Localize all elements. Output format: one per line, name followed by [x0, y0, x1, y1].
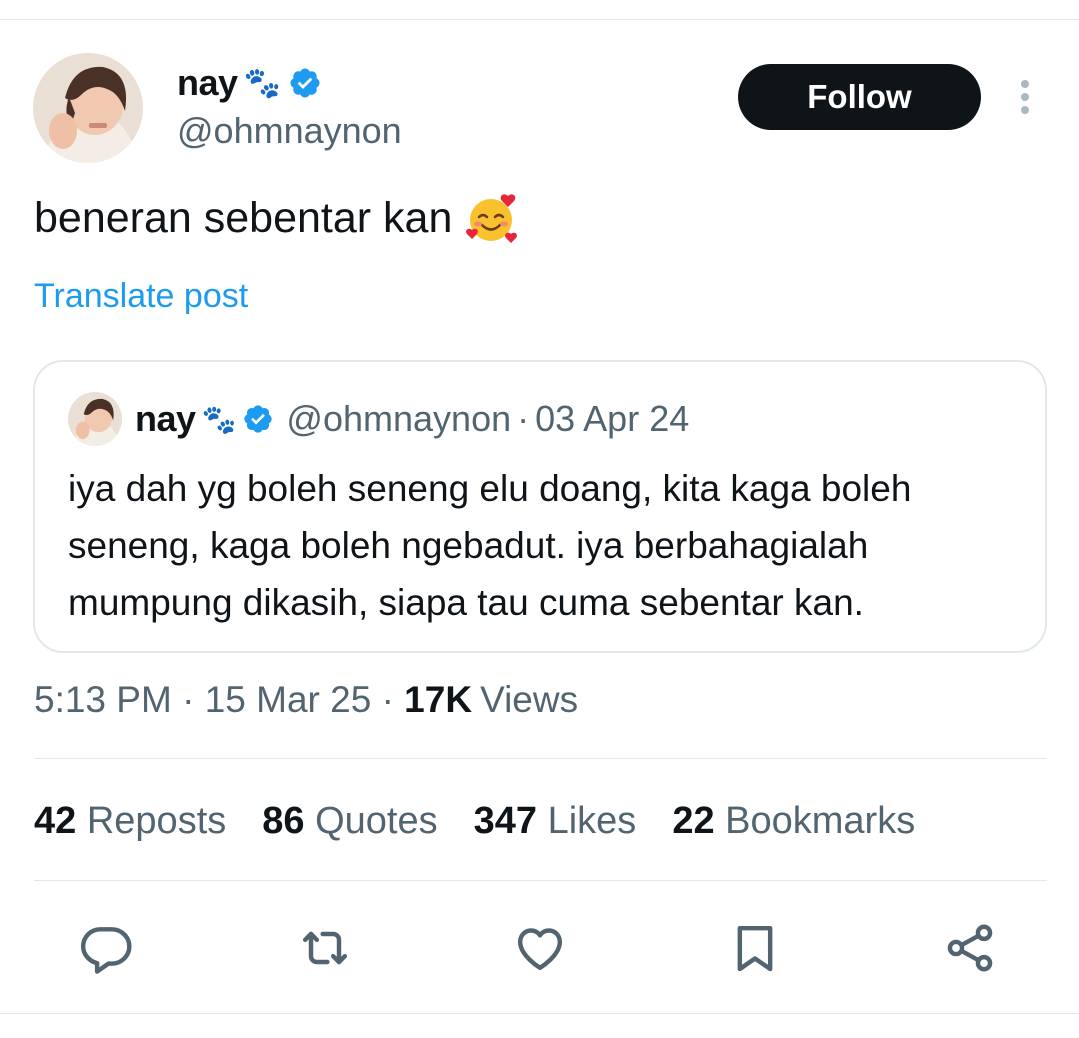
post-text: beneran sebentar kan: [34, 190, 520, 246]
stat-reposts[interactable]: 42 Reposts: [34, 800, 226, 843]
post-meta: 5:13 PM · 15 Mar 25 · 17K Views: [34, 679, 578, 721]
reposts-label: Reposts: [86, 800, 227, 842]
reposts-count: 42: [34, 800, 77, 842]
quote-text: iya dah yg boleh seneng elu doang, kita …: [68, 468, 912, 623]
bookmarks-count: 22: [672, 800, 715, 842]
meta-divider: [34, 758, 1047, 759]
likes-label: Likes: [547, 800, 637, 842]
engagement-stats: 42 Reposts 86 Quotes 347 Likes 22 Bookma…: [34, 800, 915, 843]
author-display-name[interactable]: nay 🐾: [177, 62, 322, 104]
share-icon[interactable]: [940, 918, 1000, 978]
quote-verified-badge-icon: [242, 403, 274, 435]
paw-emoji: 🐾: [243, 66, 281, 100]
smiling-hearts-emoji: [464, 190, 520, 246]
stat-likes[interactable]: 347 Likes: [474, 800, 637, 843]
author-name-text: nay: [177, 62, 238, 103]
quote-paw-emoji: 🐾: [201, 403, 237, 435]
quote-separator: ·: [517, 398, 530, 439]
avatar-photo: [33, 53, 143, 163]
meta-separator-2: ·: [381, 679, 394, 720]
stat-bookmarks[interactable]: 22 Bookmarks: [672, 800, 915, 843]
translate-post-link[interactable]: Translate post: [34, 277, 248, 316]
quote-handle: @ohmnaynon: [286, 398, 512, 439]
author-avatar[interactable]: [33, 53, 143, 163]
verified-badge-icon: [288, 66, 322, 100]
reply-icon[interactable]: [76, 918, 136, 978]
repost-icon[interactable]: [295, 918, 355, 978]
quotes-count: 86: [262, 800, 305, 842]
views-count: 17K: [404, 679, 473, 720]
heart-icon[interactable]: [510, 918, 570, 978]
post-text-content: beneran sebentar kan: [34, 193, 453, 242]
quoted-post-card[interactable]: nay 🐾 @ohmnaynon · 03 Apr 24 iya dah yg …: [33, 360, 1047, 653]
post-date[interactable]: 15 Mar 25: [205, 679, 372, 720]
author-handle[interactable]: @ohmnaynon: [177, 110, 402, 152]
more-icon[interactable]: [1008, 76, 1042, 118]
stats-divider: [34, 880, 1047, 881]
meta-separator-1: ·: [182, 679, 195, 720]
top-divider: [0, 19, 1079, 20]
views-label: Views: [480, 679, 579, 720]
bottom-divider: [0, 1013, 1079, 1014]
quote-date: 03 Apr 24: [535, 398, 690, 439]
post-time[interactable]: 5:13 PM: [34, 679, 172, 720]
follow-button[interactable]: Follow: [738, 64, 981, 130]
stat-quotes[interactable]: 86 Quotes: [262, 800, 437, 843]
quote-header: nay 🐾 @ohmnaynon · 03 Apr 24: [135, 398, 689, 440]
quote-author-name: nay: [135, 398, 196, 439]
likes-count: 347: [473, 800, 538, 842]
bookmark-icon[interactable]: [725, 918, 785, 978]
quote-author-avatar: [68, 392, 122, 446]
bookmarks-label: Bookmarks: [725, 800, 916, 842]
quotes-label: Quotes: [315, 800, 438, 842]
